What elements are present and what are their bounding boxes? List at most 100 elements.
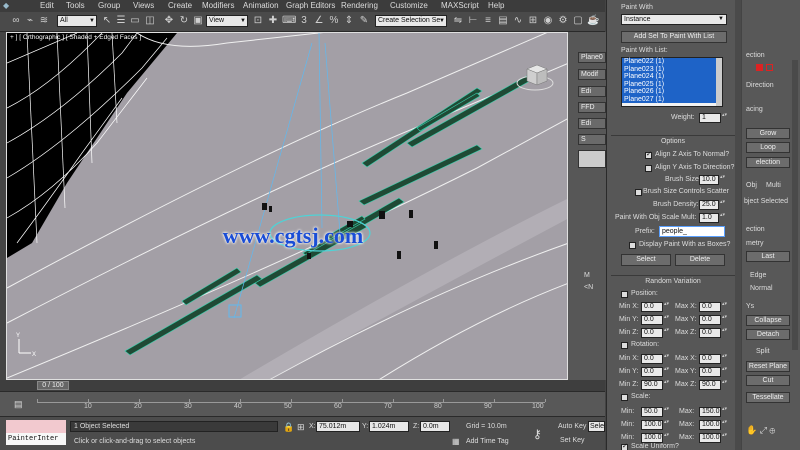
- select-object-icon[interactable]: ↖: [101, 15, 113, 27]
- position-checkbox[interactable]: [621, 291, 628, 298]
- multi-radio[interactable]: Multi: [766, 182, 781, 189]
- modifier-list-select[interactable]: Modif: [578, 69, 606, 80]
- delete-button[interactable]: Delete: [675, 254, 725, 266]
- tessellate-button[interactable]: Tessellate: [746, 392, 790, 403]
- selection-rollout-label-2[interactable]: ection: [746, 226, 765, 233]
- panel-scrollbar[interactable]: [735, 0, 741, 450]
- add-time-tag-button[interactable]: Add Time Tag: [466, 438, 509, 445]
- select-and-move-icon[interactable]: ✥: [163, 15, 175, 27]
- rot-min-x-spinner[interactable]: 0.0: [641, 354, 669, 364]
- select-by-name-icon[interactable]: ☰: [115, 15, 127, 27]
- maxscript-output[interactable]: PainterInter: [6, 433, 66, 445]
- absolute-mode-icon[interactable]: ⊞: [297, 422, 305, 433]
- collapse-button[interactable]: Collapse: [746, 315, 790, 326]
- key-icon[interactable]: ⚷: [533, 427, 542, 441]
- brush-density-spinner[interactable]: 25.0: [699, 200, 725, 210]
- list-item[interactable]: Plane024 (1): [622, 73, 722, 81]
- rectangular-selection-icon[interactable]: ▭: [129, 15, 141, 27]
- paint-with-select[interactable]: Instance ▼: [621, 14, 727, 25]
- grow-button[interactable]: Grow: [746, 128, 790, 139]
- menu-graph-editors[interactable]: Graph Editors: [286, 0, 335, 12]
- rot-min-y-spinner[interactable]: 0.0: [641, 367, 669, 377]
- track-bar-toggle-icon[interactable]: ▤: [14, 399, 23, 410]
- maxscript-listener-input[interactable]: [6, 420, 66, 433]
- align-z-checkbox[interactable]: [645, 150, 652, 159]
- selection-filter-select[interactable]: All ▼: [57, 15, 97, 27]
- prefix-input[interactable]: people_: [659, 226, 725, 237]
- pivot-center-icon[interactable]: ⊡: [252, 15, 264, 27]
- menu-rendering[interactable]: Rendering: [341, 0, 378, 12]
- pos-max-y-spinner[interactable]: 0.0: [699, 315, 727, 325]
- modifier-stack-s[interactable]: S: [578, 134, 606, 145]
- options-rollout-title[interactable]: Options: [611, 135, 735, 146]
- menu-maxscript[interactable]: MAXScript: [441, 0, 479, 12]
- z-coordinate-field[interactable]: 0.0m: [420, 421, 450, 432]
- selection-button[interactable]: election: [746, 157, 790, 168]
- repeat-last-button[interactable]: Last: [746, 251, 790, 262]
- select-and-scale-icon[interactable]: ▣: [192, 15, 204, 27]
- graphite-ribbon-icon[interactable]: ▤: [497, 15, 509, 27]
- selection-rollout-label[interactable]: ection: [746, 52, 765, 59]
- scale-uniform-checkbox[interactable]: [621, 442, 628, 450]
- link-icon[interactable]: ∞: [10, 15, 22, 27]
- scale-mult-spinner[interactable]: 1.0: [699, 213, 725, 223]
- percent-snap-icon[interactable]: %: [328, 15, 340, 27]
- render-production-icon[interactable]: ☕: [587, 15, 599, 27]
- named-selection-set-select[interactable]: Create Selection Se ▼: [375, 15, 447, 27]
- render-setup-icon[interactable]: ⚙: [557, 15, 569, 27]
- menu-animation[interactable]: Animation: [243, 0, 279, 12]
- modifier-stack-view[interactable]: [578, 150, 606, 168]
- rot-max-z-spinner[interactable]: 90.0: [699, 380, 727, 390]
- geometry-rollout-label[interactable]: metry: [746, 240, 764, 247]
- scale-checkbox[interactable]: [621, 394, 628, 401]
- menu-tools[interactable]: Tools: [66, 0, 85, 12]
- auto-key-button[interactable]: Auto Key: [558, 423, 586, 430]
- window-crossing-icon[interactable]: ◫: [144, 15, 156, 27]
- rendered-frame-icon[interactable]: ▢: [572, 15, 584, 27]
- scale-max-2-spinner[interactable]: 100.0: [699, 420, 727, 430]
- rotation-checkbox[interactable]: [621, 342, 628, 349]
- x-coordinate-field[interactable]: 75.012m: [316, 421, 360, 432]
- layer-manager-icon[interactable]: ≡: [482, 15, 494, 27]
- keyboard-shortcut-icon[interactable]: ⌨: [282, 15, 296, 27]
- modify-scrollbar[interactable]: [792, 60, 798, 350]
- time-tag-icon[interactable]: ▦: [452, 437, 460, 446]
- paint-with-list[interactable]: Plane022 (1) Plane023 (1) Plane024 (1) P…: [621, 57, 723, 107]
- reference-coordinate-select[interactable]: View ▼: [206, 15, 248, 27]
- angle-snap-icon[interactable]: ∠: [313, 15, 325, 27]
- viewport-label[interactable]: + ] [ Orthographic ] [ Shaded + Edged Fa…: [10, 34, 141, 41]
- align-icon[interactable]: ⊢: [467, 15, 479, 27]
- select-button[interactable]: Select: [621, 254, 671, 266]
- list-item[interactable]: Plane023 (1): [622, 65, 722, 73]
- display-boxes-checkbox[interactable]: [629, 242, 636, 249]
- time-slider[interactable]: 0 / 100: [37, 381, 69, 390]
- scale-min-1-spinner[interactable]: 50.0: [641, 407, 669, 417]
- list-item[interactable]: Plane022 (1): [622, 58, 722, 66]
- modifier-stack-ffd[interactable]: FFD: [578, 102, 606, 113]
- add-sel-button[interactable]: Add Sel To Paint With List: [621, 31, 727, 43]
- modifier-stack-edit-2[interactable]: Edi: [578, 118, 606, 129]
- list-item[interactable]: Plane025 (1): [622, 80, 722, 88]
- align-y-checkbox[interactable]: [645, 165, 652, 172]
- scale-min-3-spinner[interactable]: 100.0: [641, 433, 669, 443]
- mirror-icon[interactable]: ⇋: [452, 15, 464, 27]
- split-checkbox[interactable]: Split: [756, 348, 770, 355]
- brush-size-spinner[interactable]: 10.0: [699, 175, 725, 185]
- rot-max-y-spinner[interactable]: 0.0: [699, 367, 727, 377]
- curve-editor-icon[interactable]: ∿: [512, 15, 524, 27]
- menu-edit[interactable]: Edit: [40, 0, 54, 12]
- orthographic-viewport[interactable]: Y X + ] [ Orthographic ] [ Shaded + Edge…: [6, 32, 568, 380]
- random-variation-title[interactable]: Random Variation: [611, 275, 735, 286]
- material-editor-icon[interactable]: ◉: [542, 15, 554, 27]
- strip-radio-m[interactable]: M: [584, 272, 606, 279]
- pos-max-z-spinner[interactable]: 0.0: [699, 328, 727, 338]
- pos-min-x-spinner[interactable]: 0.0: [641, 302, 669, 312]
- edit-named-selection-icon[interactable]: ✎: [358, 15, 370, 27]
- detach-button[interactable]: Detach: [746, 329, 790, 340]
- viewport-nav-icons[interactable]: ✋ ⤢ ⊕: [746, 425, 798, 445]
- element-icon[interactable]: [756, 64, 763, 71]
- list-scrollbar[interactable]: [716, 58, 722, 106]
- scale-min-2-spinner[interactable]: 100.0: [641, 420, 669, 430]
- app-icon[interactable]: ◆: [3, 0, 9, 12]
- snaps-toggle-icon[interactable]: 3: [298, 15, 310, 27]
